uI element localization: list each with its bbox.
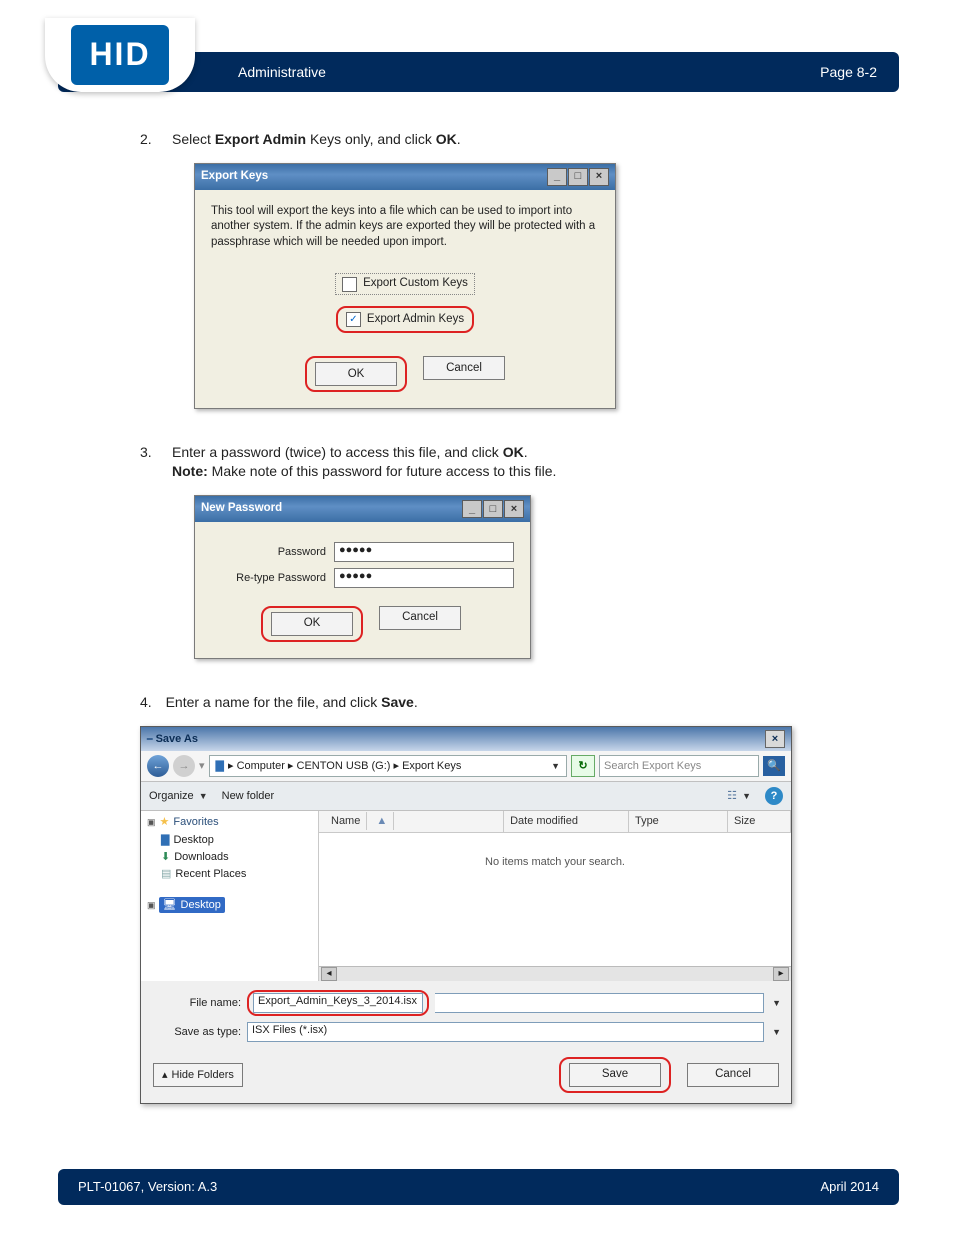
filename-input-ext[interactable] — [435, 993, 764, 1013]
hide-folders-button[interactable]: ▴Hide Folders — [153, 1063, 243, 1087]
step-number: 4. — [140, 694, 152, 710]
col-date: Date modified — [504, 811, 629, 832]
search-icon[interactable]: 🔍 — [763, 756, 785, 776]
scroll-left-icon[interactable]: ◂ — [321, 967, 337, 981]
step-number: 2. — [140, 130, 152, 149]
tree-item-desktop[interactable]: ▇Desktop — [161, 832, 312, 849]
tree-item-recent[interactable]: ▤Recent Places — [161, 866, 312, 883]
retype-password-input[interactable]: ●●●●● — [334, 568, 514, 588]
nav-back-icon[interactable]: ← — [147, 755, 169, 777]
checkbox-checked-icon[interactable]: ✓ — [346, 312, 361, 327]
password-label: Password — [211, 545, 326, 560]
step-text: Enter a name for the file, and click Sav… — [166, 694, 418, 710]
chevron-up-icon: ▴ — [162, 1068, 168, 1083]
save-button[interactable]: Save — [569, 1063, 661, 1087]
tree-item-desktop-selected[interactable]: 🖥Desktop — [159, 897, 225, 914]
dialog-description: This tool will export the keys into a fi… — [211, 204, 599, 251]
tree-item-downloads[interactable]: ⬇Downloads — [161, 849, 312, 866]
cancel-button[interactable]: Cancel — [379, 606, 461, 630]
col-type: Type — [629, 811, 728, 832]
save-highlight: Save — [559, 1057, 671, 1093]
filename-label: File name: — [151, 996, 241, 1011]
minimize-icon[interactable]: _ — [547, 168, 567, 186]
folder-icon: ▇ — [216, 759, 224, 774]
star-icon: ★ — [160, 815, 170, 830]
doc-id: PLT-01067, Version: A.3 — [78, 1178, 217, 1196]
minimize-icon[interactable]: _ — [462, 500, 482, 518]
downloads-icon: ⬇ — [161, 850, 170, 865]
checkbox-unchecked-icon[interactable] — [342, 277, 357, 292]
step-4: 4. Enter a name for the file, and click … — [140, 693, 884, 1104]
col-size: Size — [728, 811, 791, 832]
step-2: 2. Select Export Admin Keys only, and cl… — [140, 130, 884, 415]
dialog-title: Save As — [156, 733, 198, 745]
organize-menu[interactable]: Organize ▼ — [149, 789, 208, 804]
filename-input[interactable]: Export_Admin_Keys_3_2014.isx — [253, 993, 423, 1013]
dialog-titlebar: New Password _ □ × — [195, 496, 530, 522]
dialog-titlebar: ⎯ Save As × — [141, 727, 791, 751]
close-icon[interactable]: × — [589, 168, 609, 186]
dialog-title: Export Keys — [201, 169, 268, 185]
chevron-down-icon[interactable]: ▼ — [551, 760, 560, 772]
page-footer: PLT-01067, Version: A.3 April 2014 — [58, 1169, 899, 1205]
step-text: Select Export Admin Keys only, and click… — [172, 131, 461, 147]
password-input[interactable]: ●●●●● — [334, 542, 514, 562]
search-input[interactable]: Search Export Keys — [599, 755, 759, 777]
ok-button[interactable]: OK — [271, 612, 353, 636]
export-custom-keys-option[interactable]: Export Custom Keys — [335, 273, 475, 295]
ok-button[interactable]: OK — [315, 362, 397, 386]
recent-icon: ▤ — [161, 867, 171, 882]
empty-state: No items match your search. — [319, 833, 791, 892]
new-folder-button[interactable]: New folder — [222, 789, 275, 804]
new-password-dialog: New Password _ □ × Password ●●●●● — [194, 495, 531, 659]
cancel-button[interactable]: Cancel — [687, 1063, 779, 1087]
save-as-dialog: ⎯ Save As × ← → ▾ ▇ ▸ Computer ▸ CENTON … — [140, 726, 792, 1104]
step-number: 3. — [140, 443, 152, 462]
cancel-button[interactable]: Cancel — [423, 356, 505, 380]
save-type-select[interactable]: ISX Files (*.isx) — [247, 1022, 764, 1042]
folder-tree[interactable]: ▣★ Favorites ▇Desktop ⬇Downloads ▤Recent… — [141, 811, 319, 981]
step-3: 3. Enter a password (twice) to access th… — [140, 443, 884, 665]
help-icon[interactable]: ? — [765, 787, 783, 805]
horizontal-scrollbar[interactable]: ◂▸ — [319, 966, 791, 981]
dialog-title: New Password — [201, 501, 282, 517]
doc-date: April 2014 — [820, 1178, 879, 1196]
close-icon[interactable]: × — [765, 730, 785, 748]
view-options-icon[interactable]: ☷ ▼ — [727, 789, 751, 804]
breadcrumb[interactable]: ▇ ▸ Computer ▸ CENTON USB (G:) ▸ Export … — [209, 755, 567, 777]
nav-forward-icon[interactable]: → — [173, 755, 195, 777]
file-list-header[interactable]: Name ▲ Date modified Type Size — [319, 811, 791, 833]
brand-logo: HID — [45, 18, 195, 92]
export-admin-keys-option[interactable]: ✓ Export Admin Keys — [336, 306, 474, 334]
section-title: Administrative — [238, 63, 326, 82]
desktop-icon: ▇ — [161, 833, 169, 848]
desktop-icon: 🖥 — [163, 898, 177, 913]
maximize-icon[interactable]: □ — [483, 500, 503, 518]
logo-text: HID — [71, 25, 168, 84]
ok-highlight: OK — [305, 356, 407, 392]
maximize-icon[interactable]: □ — [568, 168, 588, 186]
scroll-right-icon[interactable]: ▸ — [773, 967, 789, 981]
col-name: Name ▲ — [319, 811, 504, 832]
export-keys-dialog: Export Keys _ □ × This tool will export … — [194, 163, 616, 410]
retype-password-label: Re-type Password — [211, 571, 326, 586]
chevron-down-icon[interactable]: ▼ — [772, 997, 781, 1009]
page-number: Page 8-2 — [820, 63, 877, 82]
step-text: Enter a password (twice) to access this … — [172, 444, 556, 479]
save-type-label: Save as type: — [151, 1025, 241, 1040]
ok-highlight: OK — [261, 606, 363, 642]
refresh-icon[interactable]: ↻ — [571, 755, 595, 777]
chevron-down-icon[interactable]: ▼ — [772, 1026, 781, 1038]
close-icon[interactable]: × — [504, 500, 524, 518]
dialog-titlebar: Export Keys _ □ × — [195, 164, 615, 190]
